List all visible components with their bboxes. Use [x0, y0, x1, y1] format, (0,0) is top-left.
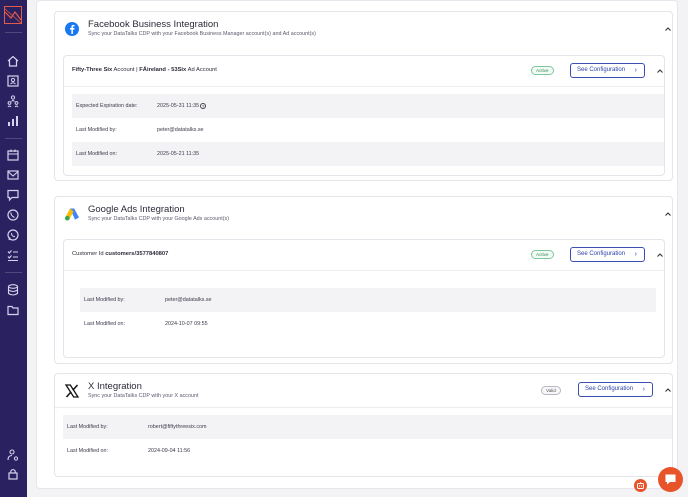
- email-icon[interactable]: [6, 168, 20, 182]
- detail-key: Expected Expiration date:: [76, 103, 138, 109]
- detail-value: robert@fiftythreesix.com: [148, 424, 207, 430]
- customer-id-value: customers/3577840807: [105, 251, 169, 257]
- see-configuration-button[interactable]: See Configuration ›: [570, 247, 645, 262]
- chat-bubble-icon: [665, 474, 676, 485]
- collapse-chevron-up-icon[interactable]: [663, 385, 673, 395]
- collapse-chevron-up-icon[interactable]: [655, 250, 665, 260]
- support-chat-button[interactable]: [658, 467, 683, 492]
- collapse-chevron-up-icon[interactable]: [663, 209, 673, 219]
- business-account-suffix: Account |: [112, 67, 140, 73]
- detail-key: Last Modified by:: [67, 424, 108, 430]
- detail-key: Last Modified by:: [76, 127, 117, 133]
- lock-icon[interactable]: [6, 467, 20, 481]
- detail-key: Last Modified by:: [84, 297, 125, 303]
- x-integration: X Integration Sync your DataTalks CDP wi…: [54, 373, 673, 477]
- google-ads-icon: [64, 206, 80, 222]
- audience-icon[interactable]: [6, 94, 20, 108]
- x-integration-title: X Integration: [88, 381, 142, 392]
- ad-account-suffix: Ad Account: [186, 67, 217, 73]
- divider: [55, 407, 672, 408]
- detail-row: Last Modified on: 2024-10-07 09:55: [80, 312, 656, 336]
- detail-value: peter@datatalks.se: [165, 297, 212, 303]
- detail-row: Last Modified on: 2024-09-04 11:56: [63, 439, 672, 463]
- user-settings-icon[interactable]: [6, 448, 20, 462]
- facebook-account-line: Fifty-Three Six Account | FÄireland - 53…: [72, 67, 217, 73]
- contacts-icon[interactable]: [6, 74, 20, 88]
- datatalks-logo[interactable]: [4, 6, 22, 24]
- tasks-icon[interactable]: [6, 248, 20, 262]
- assistant-bot-icon[interactable]: [634, 479, 647, 492]
- detail-row: Last Modified by: peter@datatalks.se: [72, 118, 664, 142]
- business-account-name: Fifty-Three Six: [72, 67, 113, 73]
- chevron-right-icon: ›: [634, 67, 637, 74]
- chevron-right-icon: ›: [634, 251, 637, 258]
- detail-value: peter@datatalks.se: [157, 127, 204, 133]
- detail-row: Last Modified by: peter@datatalks.se: [80, 288, 656, 312]
- collapse-chevron-up-icon[interactable]: [663, 24, 673, 34]
- detail-key: Last Modified on:: [76, 151, 118, 157]
- status-badge: Valid: [541, 386, 561, 395]
- analytics-icon[interactable]: [6, 114, 20, 128]
- x-logo-icon: [64, 383, 80, 399]
- detail-key: Last Modified on:: [67, 448, 109, 454]
- facebook-account-card: Fifty-Three Six Account | FÄireland - 53…: [63, 55, 665, 176]
- sidebar-divider: [5, 272, 22, 273]
- see-configuration-button[interactable]: See Configuration ›: [578, 382, 653, 397]
- detail-value: 2025-05-31 11:35?: [157, 102, 207, 109]
- phone-icon[interactable]: [6, 208, 20, 222]
- divider: [64, 270, 664, 271]
- status-badge: Active: [531, 66, 554, 75]
- detail-value: 2024-10-07 09:55: [165, 321, 208, 327]
- sidebar: [0, 0, 27, 497]
- facebook-icon: [64, 21, 80, 37]
- folder-icon[interactable]: [6, 303, 20, 317]
- ad-account-name: FÄireland - 53Six: [139, 67, 187, 73]
- detail-key: Last Modified on:: [84, 321, 126, 327]
- google-account-card: Customer Id customers/3577840807 Active …: [63, 239, 665, 358]
- whatsapp-icon[interactable]: [6, 228, 20, 242]
- sidebar-divider: [5, 32, 22, 33]
- see-configuration-button[interactable]: See Configuration ›: [570, 63, 645, 78]
- x-integration-subtitle: Sync your DataTalks CDP with your X acco…: [88, 393, 199, 399]
- collapse-chevron-up-icon[interactable]: [655, 66, 665, 76]
- chevron-right-icon: ›: [642, 386, 645, 393]
- google-ads-integration: Google Ads Integration Sync your DataTal…: [54, 196, 673, 364]
- facebook-integration-subtitle: Sync your DataTalks CDP with your Facebo…: [88, 31, 316, 37]
- detail-value: 2024-09-04 11:56: [148, 448, 191, 454]
- facebook-integration-title: Facebook Business Integration: [88, 19, 219, 30]
- google-customer-line: Customer Id customers/3577840807: [72, 251, 168, 257]
- divider: [64, 86, 664, 87]
- google-ads-integration-subtitle: Sync your DataTalks CDP with your Google…: [88, 216, 230, 222]
- see-configuration-label: See Configuration: [585, 386, 634, 392]
- customer-id-label: Customer Id: [72, 251, 106, 257]
- help-icon[interactable]: ?: [200, 102, 207, 109]
- detail-value: 2025-05-21 11:35: [157, 151, 200, 157]
- chat-icon[interactable]: [6, 188, 20, 202]
- sidebar-divider: [5, 138, 22, 139]
- see-configuration-label: See Configuration: [577, 251, 626, 257]
- detail-row: Last Modified by: robert@fiftythreesix.c…: [63, 415, 672, 439]
- home-icon[interactable]: [6, 54, 20, 68]
- calendar-icon[interactable]: [6, 148, 20, 162]
- google-ads-integration-title: Google Ads Integration: [88, 204, 185, 215]
- main-content: Facebook Business Integration Sync your …: [27, 0, 688, 497]
- detail-row: Last Modified on: 2025-05-21 11:35: [72, 142, 664, 166]
- detail-row: Expected Expiration date: 2025-05-31 11:…: [72, 94, 664, 118]
- see-configuration-label: See Configuration: [577, 67, 626, 73]
- status-badge: Active: [531, 250, 554, 259]
- integrations-panel: Facebook Business Integration Sync your …: [36, 0, 678, 489]
- database-icon[interactable]: [6, 283, 20, 297]
- facebook-integration: Facebook Business Integration Sync your …: [54, 11, 673, 181]
